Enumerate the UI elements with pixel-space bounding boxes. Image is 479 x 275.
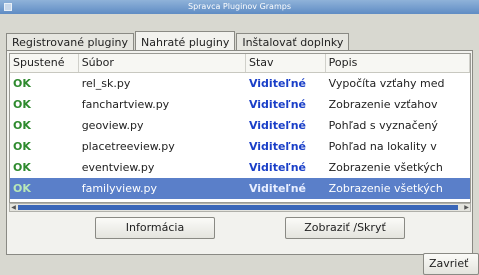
column-header-loaded[interactable]: Spustené [10, 54, 79, 72]
cell-status: Viditeľné [248, 77, 306, 90]
window-titlebar: Spravca Pluginov Gramps [0, 0, 479, 14]
info-button[interactable]: Informácia [95, 217, 215, 239]
window-title: Spravca Pluginov Gramps [187, 2, 291, 11]
close-button[interactable]: Zavrieť [423, 253, 479, 275]
cell-file: placetreeview.py [81, 140, 175, 153]
cell-file: fanchartview.py [81, 98, 170, 111]
cell-file: familyview.py [81, 182, 157, 195]
cell-status: Viditeľné [248, 140, 306, 153]
cell-description: Vypočíta vzťahy med [328, 77, 445, 90]
window-menu-icon[interactable] [4, 3, 12, 11]
cell-status: Viditeľné [248, 182, 306, 195]
cell-description: Zobrazenie vzťahov [328, 98, 438, 111]
cell-file: eventview.py [81, 161, 155, 174]
cell-loaded: OK [13, 119, 31, 132]
cell-loaded: OK [13, 161, 31, 174]
table-row[interactable]: OK fanchartview.py Viditeľné Zobrazenie … [10, 94, 470, 115]
cell-description: Zobrazenie všetkých [328, 161, 443, 174]
tab-install-addons[interactable]: Inštalovať doplnky [236, 33, 350, 51]
cell-loaded: OK [13, 182, 31, 195]
scrollbar-thumb[interactable] [18, 205, 458, 210]
cell-description: Pohľad na lokality v [328, 140, 437, 153]
cell-status: Viditeľné [248, 119, 306, 132]
show-hide-button[interactable]: Zobraziť /Skryť [285, 217, 405, 239]
table-row[interactable]: OK eventview.py Viditeľné Zobrazenie vše… [10, 157, 470, 178]
cell-file: rel_sk.py [81, 77, 131, 90]
cell-loaded: OK [13, 77, 31, 90]
cell-status: Viditeľné [248, 98, 306, 111]
column-header-description[interactable]: Popis [326, 54, 470, 72]
cell-loaded: OK [13, 98, 31, 111]
tab-bar: Registrované pluginy Nahraté pluginy Inš… [6, 31, 350, 52]
tab-registered-plugins[interactable]: Registrované pluginy [6, 33, 135, 51]
cell-description: Zobrazenie všetkých [328, 182, 443, 195]
table-row[interactable]: OK rel_sk.py Viditeľné Vypočíta vzťahy m… [10, 73, 470, 94]
column-header-file[interactable]: Súbor [79, 54, 246, 72]
scroll-right-icon[interactable]: ▶ [463, 204, 470, 211]
column-header-status[interactable]: Stav [246, 54, 326, 72]
table-row[interactable]: OK placetreeview.py Viditeľné Pohľad na … [10, 136, 470, 157]
table-row-selected[interactable]: OK familyview.py Viditeľné Zobrazenie vš… [10, 178, 470, 199]
cell-loaded: OK [13, 140, 31, 153]
cell-file: geoview.py [81, 119, 144, 132]
cell-description: Pohľad s vyznačený [328, 119, 438, 132]
scroll-left-icon[interactable]: ◀ [10, 204, 17, 211]
table-row[interactable]: OK geoview.py Viditeľné Pohľad s vyznače… [10, 115, 470, 136]
horizontal-scrollbar[interactable]: ◀ ▶ [9, 203, 471, 212]
table-header: Spustené Súbor Stav Popis [10, 54, 470, 73]
cell-status: Viditeľné [248, 161, 306, 174]
tab-loaded-plugins[interactable]: Nahraté pluginy [135, 31, 236, 52]
plugin-table: Spustené Súbor Stav Popis OK rel_sk.py V… [9, 53, 471, 203]
